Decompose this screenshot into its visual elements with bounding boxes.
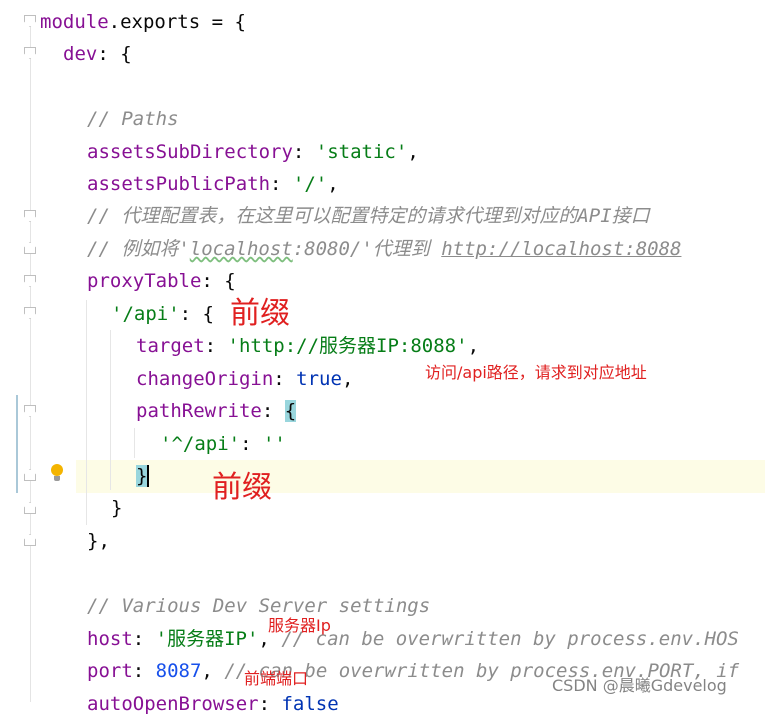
code-comment: // Various Dev Server settings [87,595,431,617]
vcs-change-marker[interactable] [16,395,18,493]
code-line: }, [87,530,110,552]
code-line: target: 'http://服务器IP:8088', [136,335,480,357]
code-line: } [136,465,150,487]
fold-icon[interactable] [24,469,36,481]
fold-icon[interactable] [24,534,36,546]
code-line: '^/api': '' [160,433,286,455]
watermark: CSDN @晨曦Gdevelog [552,676,727,695]
indent-guide [86,300,87,525]
fold-icon[interactable] [24,210,36,222]
fold-guide-line [30,22,31,702]
code-line: pathRewrite: { [136,400,297,422]
code-line: } [111,497,123,519]
lightbulb-icon[interactable] [50,464,64,482]
code-line: assetsPublicPath: '/', [87,173,339,195]
annotation-frontend-port: 前端端口 [244,669,309,688]
indent-guide [110,330,111,490]
code-line: changeOrigin: true, [136,368,354,390]
fold-icon[interactable] [24,405,36,417]
code-line: module.exports = { [40,11,246,33]
fold-icon[interactable] [24,242,36,254]
fold-icon[interactable] [24,502,36,514]
annotation-server-ip: 服务器Ip [268,616,331,635]
code-line: '/api': { [111,303,214,325]
editor-gutter [0,0,76,702]
current-line-highlight [0,460,765,493]
annotation-prefix: 前缀 [212,470,272,505]
annotation-prefix: 前缀 [230,296,290,331]
code-line: proxyTable: { [87,270,236,292]
fold-icon[interactable] [24,275,36,287]
code-comment: // Paths [87,108,179,130]
code-line: dev: { [63,43,132,65]
fold-icon[interactable] [24,47,36,59]
code-line: assetsSubDirectory: 'static', [87,141,419,163]
fold-icon[interactable] [24,307,36,319]
indent-guide [134,428,135,458]
annotation-api-path: 访问/api路径，请求到对应地址 [425,363,647,382]
code-comment: // 例如将'localhost:8080/'代理到 http://localh… [87,238,682,260]
fold-icon[interactable] [24,15,36,27]
code-comment: // 代理配置表，在这里可以配置特定的请求代理到对应的API接口 [87,205,650,227]
code-line: autoOpenBrowser: false [87,693,339,715]
code-line: host: '服务器IP', // can be overwritten by … [87,628,739,650]
